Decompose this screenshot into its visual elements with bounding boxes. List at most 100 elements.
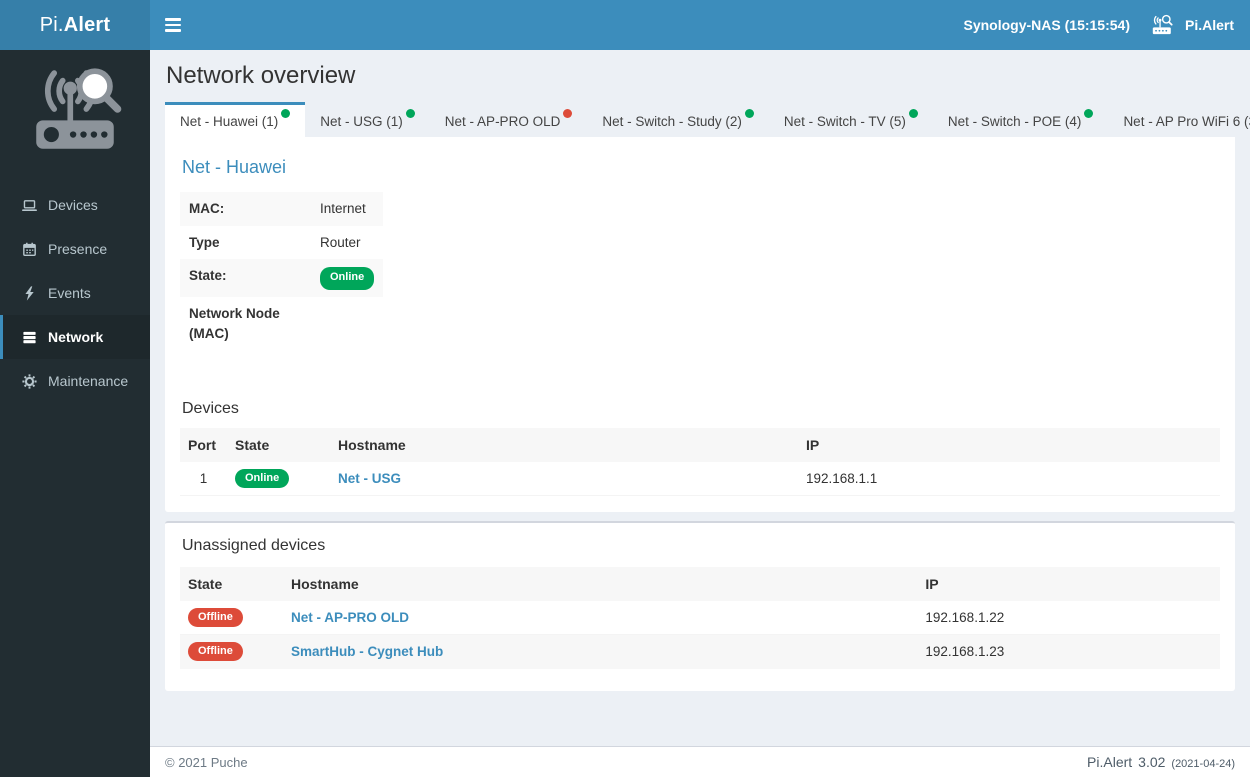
tab-net-ap-pro-wifi6[interactable]: Net - AP Pro WiFi 6 (32) <box>1108 102 1250 137</box>
sidebar-item-network[interactable]: Network <box>0 315 150 359</box>
page-title: Network overview <box>166 62 356 89</box>
sidebar-item-label: Maintenance <box>48 373 129 389</box>
status-dot <box>744 109 754 118</box>
info-row-network-node: Network Node (MAC) <box>180 297 383 350</box>
device-link-net-usg[interactable]: Net - USG <box>338 471 401 486</box>
column-header-state: State <box>180 567 283 602</box>
footer-version-info: Pi.Alert 3.02 (2021-04-24) <box>1087 754 1235 770</box>
device-link-net-ap-pro-old[interactable]: Net - AP-PRO OLD <box>291 610 409 625</box>
info-label: Type <box>189 234 220 250</box>
brand-logo[interactable]: Pi. Alert <box>0 0 150 50</box>
info-value <box>311 297 383 350</box>
top-bar: Pi. Alert Synology-NAS (15:15:54) Pi.Ale… <box>0 0 1250 50</box>
devices-heading: Devices <box>182 400 239 418</box>
footer-release-date: (2021-04-24) <box>1171 758 1235 770</box>
tab-net-switch-poe[interactable]: Net - Switch - POE (4) <box>933 102 1109 137</box>
status-badge: Online <box>320 267 375 291</box>
table-row: 1 Online Net - USG 192.168.1.1 <box>180 462 1220 497</box>
top-navbar: Synology-NAS (15:15:54) Pi.Alert <box>150 0 1250 50</box>
device-ip: 192.168.1.1 <box>798 462 1220 497</box>
unassigned-heading: Unassigned devices <box>182 537 326 555</box>
sidebar-item-presence[interactable]: Presence <box>0 227 150 271</box>
footer-app-name: Pi.Alert <box>1087 754 1133 770</box>
bolt-icon <box>25 285 34 301</box>
column-header-hostname: Hostname <box>283 567 918 602</box>
sidebar-toggle-button[interactable] <box>150 0 196 50</box>
tab-label: Net - Huawei (1) <box>180 114 279 129</box>
network-tabs: Net - Huawei (1) Net - USG (1) Net - AP-… <box>165 102 1250 137</box>
table-row: Offline SmartHub - Cygnet Hub 192.168.1.… <box>180 634 1220 670</box>
brand-prefix: Pi. <box>39 13 64 36</box>
devices-table-header: Port State Hostname IP <box>180 428 1220 463</box>
tab-net-switch-study[interactable]: Net - Switch - Study (2) <box>587 102 769 137</box>
status-badge: Offline <box>188 642 243 662</box>
content-area: Network overview Net - Huawei (1) Net - … <box>150 50 1250 746</box>
sidebar-item-label: Devices <box>48 197 98 213</box>
status-dot <box>281 109 291 118</box>
sidebar-item-devices[interactable]: Devices <box>0 183 150 227</box>
sidebar-item-label: Presence <box>48 241 108 257</box>
footer-version-number: 3.02 <box>1138 754 1166 770</box>
tab-net-ap-pro-old[interactable]: Net - AP-PRO OLD <box>430 102 588 137</box>
app-link-label: Pi.Alert <box>1184 17 1234 33</box>
status-dot <box>563 109 573 118</box>
pialert-mini-logo-icon <box>1152 14 1173 35</box>
info-value: Router <box>320 234 361 250</box>
sidebar-menu: Devices Presence Events Network Maintena… <box>0 183 150 403</box>
column-header-ip: IP <box>798 428 1220 463</box>
sidebar: Devices Presence Events Network Maintena… <box>0 50 150 777</box>
tab-label: Net - AP Pro WiFi 6 (32) <box>1123 114 1250 129</box>
device-port: 1 <box>180 462 227 497</box>
column-header-state: State <box>227 428 330 463</box>
host-status[interactable]: Synology-NAS (15:15:54) <box>954 2 1140 48</box>
info-row-mac: MAC: Internet <box>180 192 384 226</box>
calendar-icon <box>23 242 36 256</box>
info-row-state: State: Online <box>180 259 384 298</box>
sidebar-item-label: Network <box>48 329 104 345</box>
sidebar-logo <box>0 50 150 169</box>
node-title: Net - Huawei <box>182 157 287 177</box>
status-badge: Offline <box>188 608 243 628</box>
status-badge: Online <box>235 469 290 489</box>
footer: © 2021 Puche Pi.Alert 3.02 (2021-04-24) <box>150 746 1250 777</box>
devices-table: Port State Hostname IP 1 Online Net - US… <box>180 428 1220 497</box>
tab-label: Net - AP-PRO OLD <box>444 114 561 129</box>
column-header-hostname: Hostname <box>330 428 798 463</box>
info-label: Network Node (MAC) <box>189 306 280 341</box>
info-row-type: Type Router <box>180 226 383 260</box>
tab-net-usg[interactable]: Net - USG (1) <box>305 102 430 137</box>
gear-icon <box>22 373 37 389</box>
tab-label: Net - Switch - TV (5) <box>783 114 906 129</box>
tab-label: Net - Switch - Study (2) <box>602 114 742 129</box>
node-info-table: MAC: Internet Type Router State: Online <box>180 192 384 350</box>
sidebar-item-label: Events <box>48 285 91 301</box>
device-link-smarthub-cygnet-hub[interactable]: SmartHub - Cygnet Hub <box>291 644 443 659</box>
navbar-right: Synology-NAS (15:15:54) Pi.Alert <box>954 1 1250 49</box>
pialert-logo-icon <box>36 68 122 149</box>
sidebar-item-maintenance[interactable]: Maintenance <box>0 359 150 403</box>
tab-label: Net - USG (1) <box>320 114 403 129</box>
tab-net-huawei[interactable]: Net - Huawei (1) <box>165 102 306 137</box>
brand-suffix: Alert <box>63 13 111 36</box>
device-ip: 192.168.1.22 <box>917 601 1220 636</box>
tab-label: Net - Switch - POE (4) <box>947 114 1082 129</box>
unassigned-table-header: State Hostname IP <box>180 567 1220 602</box>
status-dot <box>908 109 918 118</box>
info-label: State: <box>189 268 227 284</box>
app-home-link[interactable]: Pi.Alert <box>1149 1 1236 49</box>
device-ip: 192.168.1.23 <box>917 634 1220 670</box>
node-panel: Net - Huawei MAC: Internet Type Router S… <box>165 137 1235 513</box>
info-label: MAC: <box>189 201 225 216</box>
column-header-ip: IP <box>917 567 1220 602</box>
unassigned-table: State Hostname IP Offline Net - AP-PRO O… <box>180 567 1220 670</box>
sidebar-item-events[interactable]: Events <box>0 271 150 315</box>
status-dot <box>405 109 415 118</box>
server-icon <box>23 331 36 343</box>
hamburger-icon <box>165 18 181 21</box>
tab-net-switch-tv[interactable]: Net - Switch - TV (5) <box>769 102 933 137</box>
copyright-text: © 2021 Puche <box>165 754 248 770</box>
status-dot <box>1084 109 1094 118</box>
column-header-port: Port <box>180 428 227 463</box>
table-row: Offline Net - AP-PRO OLD 192.168.1.22 <box>180 601 1220 636</box>
laptop-icon <box>22 199 37 211</box>
